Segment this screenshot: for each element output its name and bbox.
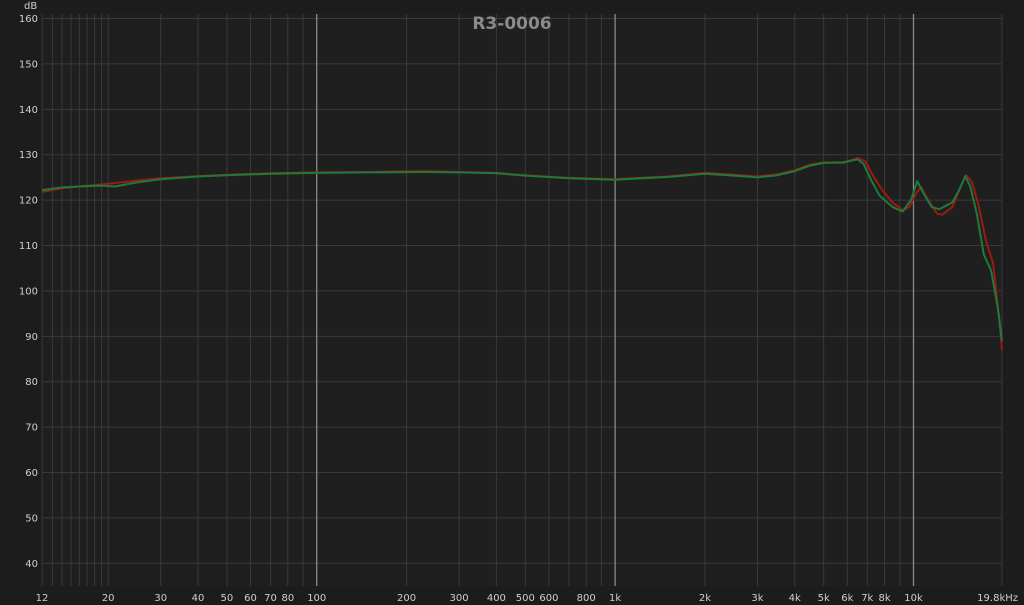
- frequency-response-chart: 40 50 60 70 80 90 100 110 120 130 140 150 160 12 20 30…: [19, 1, 1018, 604]
- x-tick-label: 30: [154, 593, 167, 604]
- y-tick-label: 110: [19, 241, 38, 252]
- y-axis-tick-labels: 40 50 60 70 80 90 100 110 120 130 140 150 160: [19, 14, 38, 570]
- x-tick-label: 40: [192, 593, 205, 604]
- x-tick-label: 19.8kHz: [977, 593, 1018, 604]
- y-tick-label: 150: [19, 59, 38, 70]
- x-tick-label: 6k: [841, 593, 853, 604]
- x-tick-label: 12: [36, 593, 49, 604]
- x-tick-label: 50: [221, 593, 234, 604]
- x-tick-label: 8k: [878, 593, 890, 604]
- x-tick-label: 100: [307, 593, 326, 604]
- x-tick-label: 5k: [818, 593, 830, 604]
- x-tick-label: 7k: [861, 593, 873, 604]
- y-tick-label: 140: [19, 105, 38, 116]
- y-tick-label: 160: [19, 14, 38, 25]
- x-tick-label: 20: [102, 593, 115, 604]
- y-axis-unit-label: dB: [24, 1, 37, 12]
- x-tick-label: 500: [516, 593, 535, 604]
- y-tick-label: 70: [25, 423, 38, 434]
- plot-background: [42, 14, 1002, 586]
- y-tick-label: 130: [19, 150, 38, 161]
- y-tick-label: 80: [25, 377, 38, 388]
- x-tick-label: 2k: [699, 593, 711, 604]
- y-tick-label: 100: [19, 286, 38, 297]
- chart-title: R3-0006: [472, 14, 551, 34]
- x-tick-label: 80: [281, 593, 294, 604]
- x-tick-label: 3k: [751, 593, 763, 604]
- y-tick-label: 120: [19, 196, 38, 207]
- x-tick-label: 1k: [609, 593, 621, 604]
- y-tick-label: 40: [25, 559, 38, 570]
- x-tick-label: 60: [244, 593, 257, 604]
- x-tick-label: 10k: [904, 593, 923, 604]
- x-tick-label: 200: [397, 593, 416, 604]
- y-tick-label: 90: [25, 332, 38, 343]
- y-tick-label: 50: [25, 513, 38, 524]
- x-tick-label: 70: [264, 593, 277, 604]
- x-tick-label: 4k: [789, 593, 801, 604]
- y-tick-label: 60: [25, 468, 38, 479]
- x-tick-label: 300: [450, 593, 469, 604]
- x-tick-label: 600: [539, 593, 558, 604]
- x-tick-label: 800: [577, 593, 596, 604]
- x-tick-label: 400: [487, 593, 506, 604]
- x-axis-tick-labels: 12 20 30 40 50 60 70 80 100 200 300 400 500 600 800 1k 2…: [36, 593, 1018, 604]
